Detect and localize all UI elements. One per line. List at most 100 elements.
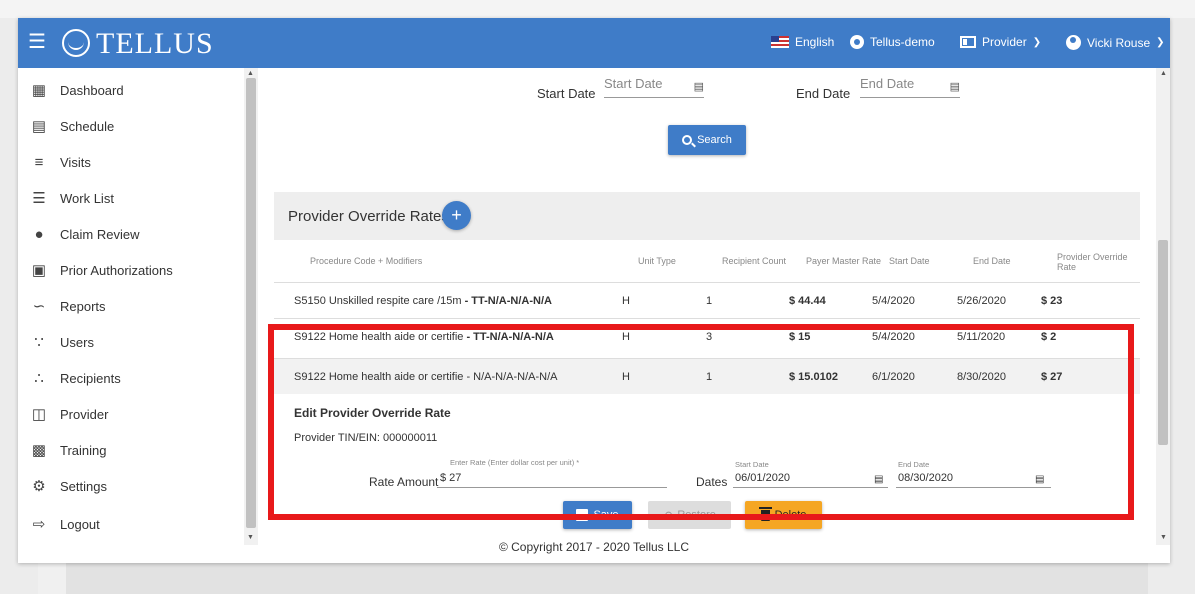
column-header-override-line2: Rate (1057, 262, 1077, 272)
save-button-label: Save (593, 509, 619, 521)
group-icon: ∵ (34, 334, 44, 351)
logout-icon: ⇨ (32, 516, 46, 533)
us-flag-icon (771, 36, 789, 48)
rate-amount-value[interactable]: $ 27 (440, 472, 461, 484)
save-icon (576, 509, 589, 521)
sidebar-item-recipients[interactable]: ∴ Recipients (18, 360, 244, 396)
procedure-cell: S9122 Home health aide or certifie - TT-… (294, 331, 554, 343)
panel-title: Provider Override Rates (288, 208, 449, 225)
sidebar-scrollbar-thumb[interactable] (246, 78, 256, 528)
language-selector[interactable]: English (771, 35, 834, 49)
search-icon (682, 135, 693, 145)
sidebar-item-work-list[interactable]: ☰ Work List (18, 180, 244, 216)
start-date-cell: 6/1/2020 (872, 371, 915, 383)
end-date-value[interactable]: 08/30/2020 (898, 472, 953, 484)
payer-rate-cell: $ 44.44 (789, 295, 826, 307)
end-date-cell: 8/30/2020 (957, 371, 1006, 383)
trash-icon (758, 506, 772, 521)
column-header-payer-rate: Payer Master Rate (806, 256, 882, 266)
override-rate-cell: $ 2 (1041, 331, 1057, 343)
id-card-icon (960, 36, 976, 48)
table-row[interactable]: S9122 Home health aide or certifie - TT-… (274, 318, 1140, 354)
start-date-value[interactable]: 06/01/2020 (735, 472, 790, 484)
end-date-hint: End Date (898, 460, 930, 469)
end-date-input[interactable]: End Date ▤ (860, 74, 960, 98)
sidebar-item-schedule[interactable]: ▤ Schedule (18, 108, 244, 144)
save-button[interactable]: Save (563, 501, 632, 529)
language-label: English (795, 35, 835, 49)
calendar-icon: ▤ (31, 118, 47, 135)
rate-hint-label: Enter Rate (Enter dollar cost per unit) … (450, 458, 580, 467)
user-menu[interactable]: Vicki Rouse ❯ (1066, 35, 1165, 50)
role-selector[interactable]: Provider ❯ (960, 35, 1041, 49)
start-date-input[interactable]: Start Date ▤ (604, 74, 704, 98)
calendar-icon[interactable]: ▤ (694, 80, 704, 93)
end-date-label: End Date (796, 86, 851, 101)
main-scrollbar-thumb[interactable] (1158, 240, 1168, 445)
sidebar-item-label: Visits (60, 154, 91, 170)
sidebar-item-visits[interactable]: ≡ Visits (18, 144, 244, 180)
menu-icon[interactable]: ☰ (28, 32, 46, 52)
sidebar-item-settings[interactable]: ⚙ Settings (18, 468, 244, 504)
filter-icon: ≡ (34, 153, 44, 171)
sidebar-item-label: Recipients (60, 370, 121, 386)
training-icon: ▩ (31, 442, 47, 459)
account-icon (1066, 35, 1081, 50)
table-row[interactable]: S5150 Unskilled respite care /15m - TT-N… (274, 282, 1140, 318)
end-date-underline[interactable] (896, 487, 1051, 488)
sidebar-item-label: Training (60, 442, 107, 458)
procedure-cell: S5150 Unskilled respite care /15m - TT-N… (294, 295, 552, 307)
calendar-check-icon: ▣ (31, 262, 47, 279)
sidebar-item-training[interactable]: ▩ Training (18, 432, 244, 468)
dates-label: Dates (696, 475, 728, 489)
sidebar-item-label: Schedule (60, 118, 115, 134)
alert-icon: ● (34, 225, 44, 243)
start-date-cell: 5/4/2020 (872, 331, 915, 343)
restore-button[interactable]: ↶ Restore (648, 501, 731, 529)
sidebar-item-reports[interactable]: ∽ Reports (18, 288, 244, 324)
table-row-selected[interactable]: S9122 Home health aide or certifie - N/A… (274, 358, 1140, 394)
sidebar-item-label: Logout (60, 516, 100, 532)
end-date-cell: 5/26/2020 (957, 295, 1006, 307)
sidebar-item-label: Settings (60, 478, 107, 494)
copyright-text: © Copyright 2017 - 2020 Tellus LLC (498, 540, 690, 554)
start-date-underline[interactable] (733, 487, 888, 488)
rate-input-underline[interactable] (437, 487, 667, 488)
search-button[interactable]: Search (668, 125, 746, 155)
sidebar-item-label: Claim Review (60, 226, 140, 242)
recipient-count-cell: 1 (706, 295, 713, 307)
start-date-hint: Start Date (735, 460, 769, 469)
calendar-icon[interactable]: ▤ (950, 80, 960, 93)
scroll-up-icon[interactable]: ▲ (247, 70, 254, 77)
sidebar-item-label: Reports (60, 298, 106, 314)
sidebar-item-logout[interactable]: ⇨ Logout (18, 506, 244, 542)
sidebar-item-label: Dashboard (60, 82, 124, 98)
search-button-label: Search (697, 134, 732, 146)
sidebar-item-prior-authorizations[interactable]: ▣ Prior Authorizations (18, 252, 244, 288)
payer-rate-cell: $ 15.0102 (789, 371, 838, 383)
org-selector[interactable]: Tellus-demo (850, 35, 935, 49)
add-rate-button[interactable]: + (442, 201, 471, 230)
gear-icon: ⚙ (32, 478, 46, 495)
chevron-down-icon: ❯ (1156, 37, 1165, 48)
sidebar-item-claim-review[interactable]: ● Claim Review (18, 216, 244, 252)
calendar-icon[interactable]: ▤ (1035, 474, 1044, 485)
calendar-icon[interactable]: ▤ (874, 474, 883, 485)
restore-button-label: Restore (677, 509, 716, 521)
sidebar-item-label: Work List (60, 190, 114, 206)
sidebar-item-label: Users (60, 334, 94, 350)
sidebar-item-dashboard[interactable]: ▦ Dashboard (18, 72, 244, 108)
scroll-up-icon[interactable]: ▲ (1160, 70, 1167, 77)
column-header-end-date: End Date (973, 256, 1011, 266)
edit-form-title: Edit Provider Override Rate (294, 406, 451, 420)
sidebar-item-users[interactable]: ∵ Users (18, 324, 244, 360)
sidebar-item-provider[interactable]: ◫ Provider (18, 396, 244, 432)
undo-icon: ↶ (663, 509, 673, 522)
payer-rate-cell: $ 15 (789, 331, 811, 343)
top-app-bar: ☰ TELLUS English Tellus-demo Provider ❯ … (18, 18, 1170, 68)
delete-button[interactable]: Delete (745, 501, 822, 529)
chevron-down-icon: ❯ (1032, 36, 1042, 48)
column-header-start-date: Start Date (889, 256, 930, 266)
dashboard-icon: ▦ (31, 82, 47, 99)
start-date-cell: 5/4/2020 (872, 295, 915, 307)
